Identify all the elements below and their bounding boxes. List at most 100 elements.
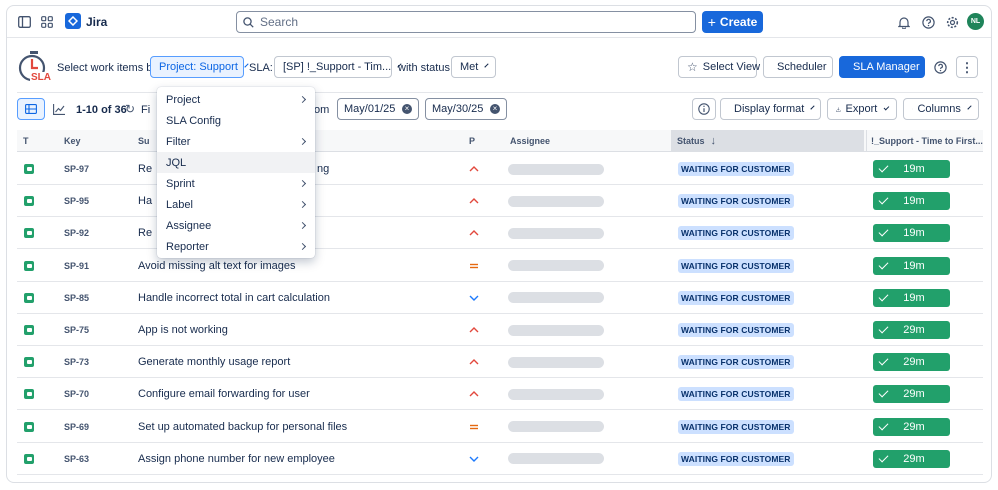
key-cell[interactable]: SP-91 — [64, 250, 89, 282]
project-select[interactable]: Project: Support — [150, 56, 249, 78]
status-cell[interactable]: WAITING FOR CUSTOMER — [678, 217, 794, 249]
summary-cell[interactable]: Re — [138, 217, 152, 249]
menu-item-assignee[interactable]: Assignee — [157, 215, 315, 236]
status-cell[interactable]: WAITING FOR CUSTOMER — [678, 250, 794, 282]
settings-gear-icon[interactable] — [944, 14, 960, 30]
sla-select[interactable]: [SP] !_Support - Tim... — [274, 56, 402, 78]
assignee-cell[interactable] — [508, 217, 604, 249]
more-options-button[interactable]: ⋮ — [956, 56, 978, 78]
assignee-cell[interactable] — [508, 378, 604, 410]
status-cell[interactable]: WAITING FOR CUSTOMER — [678, 443, 794, 475]
chevron-right-icon — [298, 179, 307, 188]
table-row[interactable]: SP-85 Handle incorrect total in cart cal… — [17, 282, 983, 314]
scheduler-button[interactable]: Scheduler — [763, 56, 833, 78]
table-view-toggle[interactable] — [17, 98, 45, 120]
assignee-cell[interactable] — [508, 314, 604, 346]
header-type[interactable]: T — [23, 130, 53, 152]
jira-logo-icon[interactable] — [65, 13, 81, 29]
table-row[interactable]: SP-70 Configure email forwarding for use… — [17, 378, 983, 411]
key-cell[interactable]: SP-97 — [64, 153, 89, 185]
key-cell[interactable]: SP-75 — [64, 314, 89, 346]
clear-icon[interactable]: × — [490, 104, 500, 114]
chevron-right-icon — [298, 221, 307, 230]
refresh-icon[interactable]: ↻ — [125, 102, 135, 116]
table-row[interactable]: SP-69 Set up automated backup for person… — [17, 411, 983, 443]
status-cell[interactable]: WAITING FOR CUSTOMER — [678, 314, 794, 346]
create-label: Create — [719, 15, 758, 29]
export-button[interactable]: Export — [827, 98, 897, 120]
start-date-input[interactable]: May/01/25 × — [337, 98, 419, 120]
key-cell[interactable]: SP-70 — [64, 378, 89, 410]
assignee-cell[interactable] — [508, 346, 604, 378]
header-sla-time[interactable]: !_Support - Time to First... — [866, 130, 983, 152]
search-input[interactable] — [260, 15, 680, 29]
header-priority[interactable]: P — [469, 130, 489, 152]
sla-help-icon[interactable] — [932, 59, 948, 75]
type-cell — [24, 346, 34, 378]
status-cell[interactable]: WAITING FOR CUSTOMER — [678, 346, 794, 378]
create-button[interactable]: + Create — [702, 11, 763, 33]
header-status-label: Status — [677, 136, 705, 146]
status-badge: WAITING FOR CUSTOMER — [678, 387, 794, 402]
sidebar-toggle-icon[interactable] — [16, 14, 32, 30]
assignee-cell[interactable] — [508, 250, 604, 282]
table-row[interactable]: SP-75 App is not working WAITING FOR CUS… — [17, 314, 983, 346]
notifications-bell-icon[interactable] — [896, 14, 912, 30]
assignee-cell[interactable] — [508, 443, 604, 475]
summary-cell[interactable]: Ha — [138, 185, 152, 217]
search-box[interactable] — [236, 11, 696, 33]
summary-cell[interactable]: Set up automated backup for personal fil… — [138, 411, 347, 443]
check-icon — [878, 226, 889, 237]
app-name[interactable]: Jira — [86, 15, 107, 29]
menu-item-label: SLA Config — [166, 114, 222, 127]
header-status[interactable]: Status ↓ — [671, 130, 864, 152]
menu-item-jql[interactable]: JQL — [157, 152, 315, 173]
assignee-placeholder — [508, 388, 604, 400]
columns-button[interactable]: Columns — [903, 98, 979, 120]
summary-cell[interactable]: Configure email forwarding for user — [138, 378, 310, 410]
assignee-cell[interactable] — [508, 282, 604, 314]
menu-item-sprint[interactable]: Sprint — [157, 173, 315, 194]
chart-view-icon[interactable] — [51, 101, 67, 117]
key-cell[interactable]: SP-92 — [64, 217, 89, 249]
select-view-button[interactable]: ☆ Select View — [678, 56, 760, 78]
sla-manager-button[interactable]: SLA Manager — [839, 56, 925, 78]
user-avatar[interactable]: NL — [967, 13, 984, 30]
header-key[interactable]: Key — [64, 130, 124, 152]
menu-item-reporter[interactable]: Reporter — [157, 236, 315, 257]
key-cell[interactable]: SP-95 — [64, 185, 89, 217]
summary-cell[interactable]: App is not working — [138, 314, 228, 346]
display-format-button[interactable]: Display format — [720, 98, 821, 120]
summary-cell[interactable]: Handle incorrect total in cart calculati… — [138, 282, 330, 314]
menu-item-filter[interactable]: Filter — [157, 131, 315, 152]
app-switcher-icon[interactable] — [39, 14, 55, 30]
table-row[interactable]: SP-63 Assign phone number for new employ… — [17, 443, 983, 475]
status-cell[interactable]: WAITING FOR CUSTOMER — [678, 411, 794, 443]
sla-time-value: 19m — [903, 291, 925, 304]
sla-cell: 29m — [873, 411, 950, 443]
key-cell[interactable]: SP-69 — [64, 411, 89, 443]
key-cell[interactable]: SP-85 — [64, 282, 89, 314]
assignee-cell[interactable] — [508, 153, 604, 185]
status-cell[interactable]: WAITING FOR CUSTOMER — [678, 378, 794, 410]
assignee-cell[interactable] — [508, 411, 604, 443]
key-cell[interactable]: SP-63 — [64, 443, 89, 475]
help-icon[interactable] — [920, 14, 936, 30]
summary-cell[interactable]: Re — [138, 153, 152, 185]
end-date-input[interactable]: May/30/25 × — [425, 98, 507, 120]
status-cell[interactable]: WAITING FOR CUSTOMER — [678, 282, 794, 314]
menu-item-label[interactable]: Label — [157, 194, 315, 215]
summary-cell[interactable]: Generate monthly usage report — [138, 346, 290, 378]
key-cell[interactable]: SP-73 — [64, 346, 89, 378]
clear-icon[interactable]: × — [402, 104, 412, 114]
menu-item-project[interactable]: Project — [157, 89, 315, 110]
status-cell[interactable]: WAITING FOR CUSTOMER — [678, 185, 794, 217]
info-button[interactable] — [692, 98, 716, 120]
summary-cell[interactable]: Assign phone number for new employee — [138, 443, 335, 475]
table-row[interactable]: SP-73 Generate monthly usage report WAIT… — [17, 346, 983, 379]
status-select[interactable]: Met — [451, 56, 496, 78]
menu-item-sla-config[interactable]: SLA Config — [157, 110, 315, 131]
header-assignee[interactable]: Assignee — [510, 130, 630, 152]
assignee-cell[interactable] — [508, 185, 604, 217]
status-cell[interactable]: WAITING FOR CUSTOMER — [678, 153, 794, 185]
